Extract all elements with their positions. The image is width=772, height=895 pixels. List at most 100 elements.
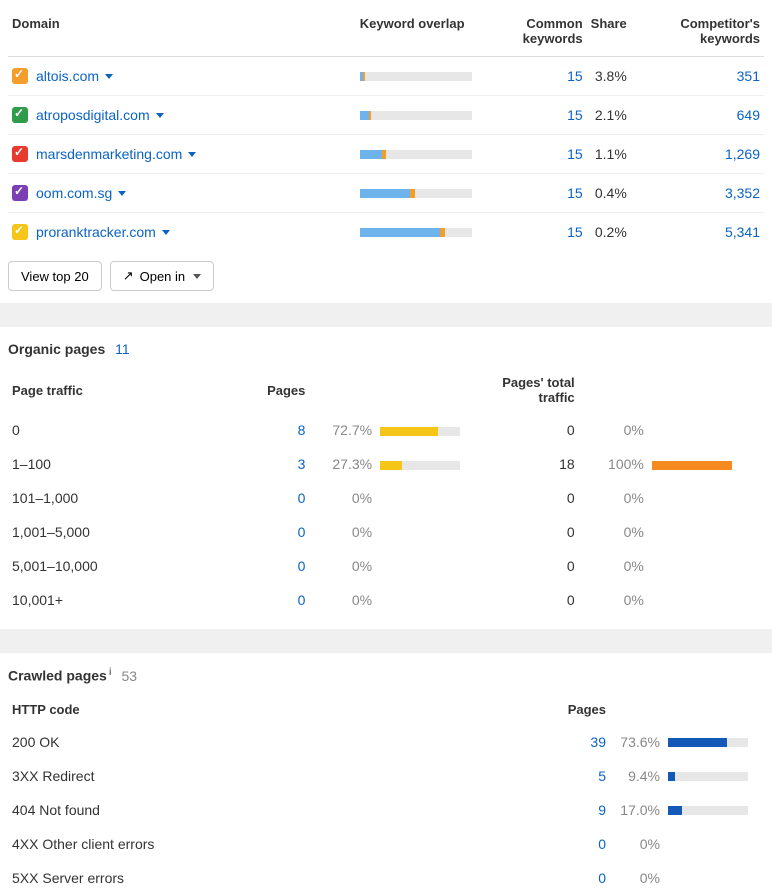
traffic-percent: 0% bbox=[600, 524, 644, 540]
chevron-down-icon bbox=[193, 274, 201, 279]
competitors-table: Domain Keyword overlap Common keywords S… bbox=[8, 8, 764, 251]
table-row: 404 Not found 9 17.0% bbox=[8, 793, 764, 827]
traffic-range-label: 5,001–10,000 bbox=[8, 549, 230, 583]
pages-percent: 17.0% bbox=[616, 802, 660, 818]
checkbox-icon[interactable] bbox=[12, 146, 28, 162]
http-code-label: 200 OK bbox=[8, 725, 546, 759]
overlap-bar bbox=[360, 228, 472, 237]
crawled-pages-count: 53 bbox=[122, 668, 138, 684]
pages-value[interactable]: 0 bbox=[298, 558, 306, 574]
table-row: 5,001–10,000 0 0% 0 0% bbox=[8, 549, 764, 583]
traffic-value: 0 bbox=[492, 481, 578, 515]
checkbox-icon[interactable] bbox=[12, 185, 28, 201]
table-row: proranktracker.com 150.2% 5,341 bbox=[8, 213, 764, 252]
table-row: 1,001–5,00000%00% bbox=[8, 515, 764, 549]
pages-value[interactable]: 0 bbox=[298, 592, 306, 608]
overlap-bar bbox=[360, 72, 472, 81]
http-code-label: 5XX Server errors bbox=[8, 861, 546, 895]
pages-bar bbox=[668, 738, 748, 747]
http-code-label: 4XX Other client errors bbox=[8, 827, 546, 861]
domain-link[interactable]: atroposdigital.com bbox=[36, 107, 150, 123]
pages-value[interactable]: 0 bbox=[598, 870, 606, 886]
common-keywords-value[interactable]: 15 bbox=[567, 146, 583, 162]
competitors-section: Domain Keyword overlap Common keywords S… bbox=[0, 0, 772, 291]
pages-percent: 73.6% bbox=[616, 734, 660, 750]
checkbox-icon[interactable] bbox=[12, 224, 28, 240]
common-keywords-value[interactable]: 15 bbox=[567, 68, 583, 84]
pages-value[interactable]: 39 bbox=[590, 734, 606, 750]
competitor-keywords-value[interactable]: 5,341 bbox=[725, 224, 760, 240]
pages-bar bbox=[380, 461, 460, 470]
table-row: 10,001+00%00% bbox=[8, 583, 764, 617]
checkbox-icon[interactable] bbox=[12, 68, 28, 84]
domain-link[interactable]: proranktracker.com bbox=[36, 224, 156, 240]
traffic-value: 0 bbox=[492, 549, 578, 583]
domain-link[interactable]: altois.com bbox=[36, 68, 99, 84]
domain-link[interactable]: marsdenmarketing.com bbox=[36, 146, 182, 162]
pages-percent: 9.4% bbox=[616, 768, 660, 784]
table-row: 1–100327.3%18100% bbox=[8, 447, 764, 481]
table-row: atroposdigital.com152.1%649 bbox=[8, 96, 764, 135]
competitor-keywords-value[interactable]: 3,352 bbox=[725, 185, 760, 201]
competitor-keywords-value[interactable]: 1,269 bbox=[725, 146, 760, 162]
pages-value[interactable]: 8 bbox=[298, 422, 306, 438]
traffic-percent: 0% bbox=[600, 490, 644, 506]
overlap-bar bbox=[360, 111, 472, 120]
table-row: 5XX Server errors 0 0% bbox=[8, 861, 764, 895]
pages-percent: 27.3% bbox=[328, 456, 372, 472]
traffic-value: 0 bbox=[492, 515, 578, 549]
pages-value[interactable]: 9 bbox=[598, 802, 606, 818]
pages-value[interactable]: 0 bbox=[298, 524, 306, 540]
table-row: 0872.7%00% bbox=[8, 413, 764, 447]
traffic-range-label: 0 bbox=[8, 413, 230, 447]
chevron-down-icon[interactable] bbox=[118, 191, 126, 196]
header-share: Share bbox=[587, 8, 631, 57]
common-keywords-value[interactable]: 15 bbox=[567, 224, 583, 240]
competitor-keywords-value[interactable]: 649 bbox=[737, 107, 760, 123]
chevron-down-icon[interactable] bbox=[188, 152, 196, 157]
pages-percent: 0% bbox=[328, 558, 372, 574]
chevron-down-icon[interactable] bbox=[156, 113, 164, 118]
share-value: 0.4% bbox=[587, 174, 631, 213]
checkbox-icon[interactable] bbox=[12, 107, 28, 123]
domain-link[interactable]: oom.com.sg bbox=[36, 185, 112, 201]
table-row: marsdenmarketing.com151.1%1,269 bbox=[8, 135, 764, 174]
header-pages-total-traffic: Pages' total traffic bbox=[492, 361, 578, 413]
table-row: 101–1,000 0 0% 0 0% bbox=[8, 481, 764, 515]
chevron-down-icon[interactable] bbox=[105, 74, 113, 79]
section-divider bbox=[0, 629, 772, 653]
header-comp-kw: Competitor's keywords bbox=[631, 8, 764, 57]
table-row: 4XX Other client errors00% bbox=[8, 827, 764, 861]
organic-pages-count[interactable]: 11 bbox=[115, 341, 130, 357]
share-value: 0.2% bbox=[587, 213, 631, 252]
chevron-down-icon[interactable] bbox=[162, 230, 170, 235]
table-row: 200 OK 39 73.6% bbox=[8, 725, 764, 759]
section-divider bbox=[0, 303, 772, 327]
traffic-range-label: 101–1,000 bbox=[8, 481, 230, 515]
header-pages: Pages bbox=[230, 361, 309, 413]
traffic-range-label: 1–100 bbox=[8, 447, 230, 481]
traffic-percent: 100% bbox=[600, 456, 644, 472]
traffic-range-label: 1,001–5,000 bbox=[8, 515, 230, 549]
pages-value[interactable]: 5 bbox=[598, 768, 606, 784]
pages-percent: 0% bbox=[328, 490, 372, 506]
pages-value[interactable]: 3 bbox=[298, 456, 306, 472]
pages-percent: 0% bbox=[616, 870, 660, 886]
competitor-keywords-value[interactable]: 351 bbox=[737, 68, 760, 84]
common-keywords-value[interactable]: 15 bbox=[567, 185, 583, 201]
info-icon[interactable]: i bbox=[109, 667, 112, 678]
open-in-button[interactable]: ↗ Open in bbox=[110, 261, 214, 291]
traffic-range-label: 10,001+ bbox=[8, 583, 230, 617]
http-code-label: 3XX Redirect bbox=[8, 759, 546, 793]
pages-value[interactable]: 0 bbox=[298, 490, 306, 506]
http-code-label: 404 Not found bbox=[8, 793, 546, 827]
pages-percent: 72.7% bbox=[328, 422, 372, 438]
pages-percent: 0% bbox=[328, 592, 372, 608]
traffic-percent: 0% bbox=[600, 558, 644, 574]
common-keywords-value[interactable]: 15 bbox=[567, 107, 583, 123]
view-top-button[interactable]: View top 20 bbox=[8, 261, 102, 291]
traffic-percent: 0% bbox=[600, 422, 644, 438]
pages-bar bbox=[380, 427, 460, 436]
crawled-pages-header: Crawled pagesi 53 bbox=[0, 653, 772, 688]
pages-value[interactable]: 0 bbox=[598, 836, 606, 852]
